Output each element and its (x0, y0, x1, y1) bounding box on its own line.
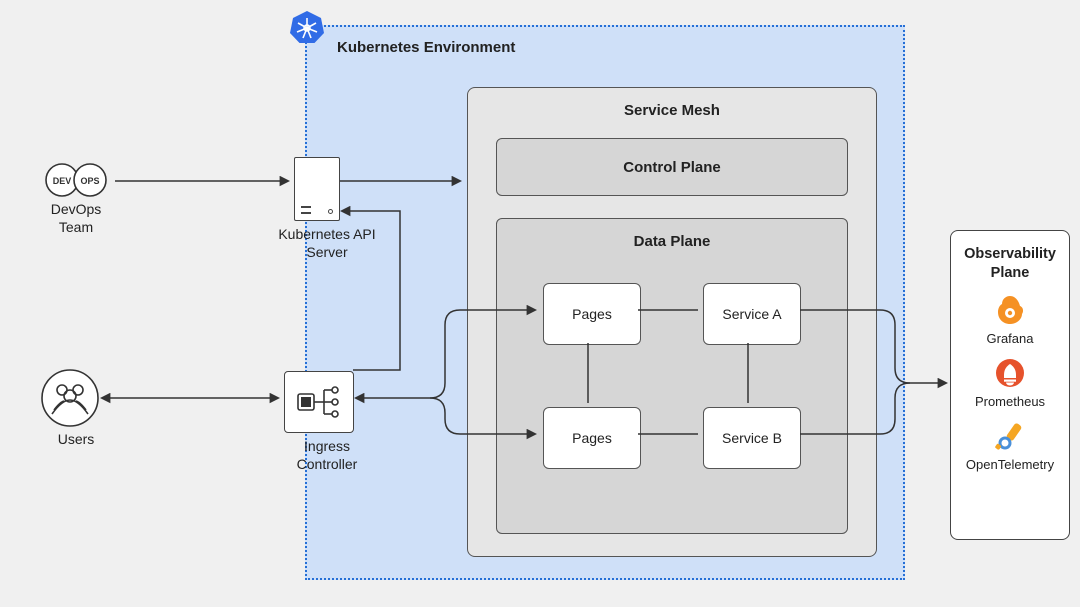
service-pages-2: Pages (543, 407, 641, 469)
opentelemetry-icon (993, 419, 1027, 453)
devops-team-icon: DEV OPS (40, 162, 112, 203)
api-server-label: Kubernetes API Server (277, 225, 377, 261)
kubernetes-logo-icon (289, 9, 325, 45)
observability-plane-title: Observability Plane (959, 245, 1061, 283)
service-mesh-title: Service Mesh (468, 102, 876, 119)
users-icon (40, 368, 100, 433)
svg-text:DEV: DEV (53, 176, 72, 186)
grafana-label: Grafana (959, 331, 1061, 346)
devops-team-label: DevOps Team (40, 200, 112, 236)
grafana-icon (993, 293, 1027, 327)
prometheus-icon (993, 356, 1027, 390)
service-pages-1: Pages (543, 283, 641, 345)
observability-plane: Observability Plane Grafana Prometheus O… (950, 230, 1070, 540)
observability-opentelemetry: OpenTelemetry (959, 419, 1061, 472)
kubernetes-environment: Kubernetes Environment Kubernetes API Se… (305, 25, 905, 580)
control-plane-box: Control Plane (496, 138, 848, 196)
kubernetes-environment-title: Kubernetes Environment (337, 39, 515, 56)
observability-grafana: Grafana (959, 293, 1061, 346)
data-plane-title: Data Plane (497, 233, 847, 250)
opentelemetry-label: OpenTelemetry (959, 457, 1061, 472)
data-plane-container: Data Plane Pages Service A Pages Service… (496, 218, 848, 534)
ingress-controller-label: Ingress Controller (277, 437, 377, 473)
service-mesh-container: Service Mesh Control Plane Data Plane Pa… (467, 87, 877, 557)
users-label: Users (40, 430, 112, 448)
svg-text:OPS: OPS (80, 176, 99, 186)
prometheus-label: Prometheus (959, 394, 1061, 409)
api-server-icon (294, 157, 340, 221)
ingress-controller-icon (284, 371, 354, 433)
service-b: Service B (703, 407, 801, 469)
observability-prometheus: Prometheus (959, 356, 1061, 409)
service-a: Service A (703, 283, 801, 345)
